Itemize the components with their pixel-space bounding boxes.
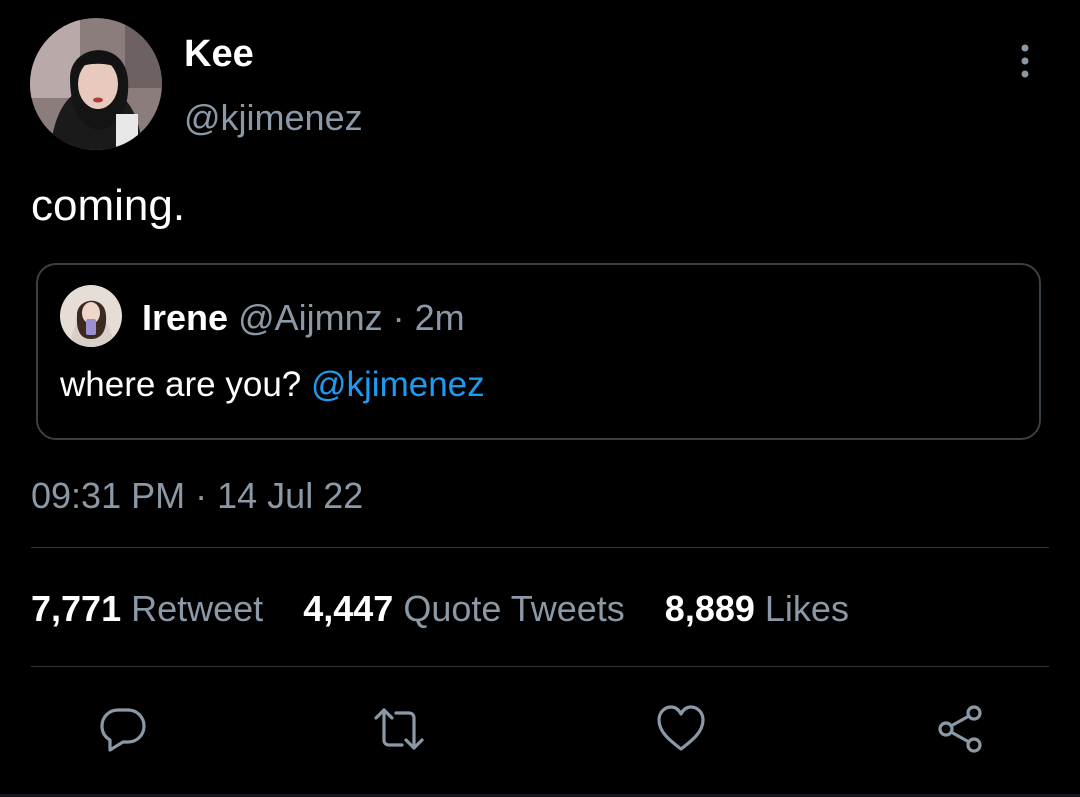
- share-icon[interactable]: [934, 702, 988, 756]
- author-display-name[interactable]: Kee: [184, 32, 254, 76]
- quoted-tweet-header: Irene @Aijmnz · 2m: [142, 296, 465, 340]
- quoted-tweet-card[interactable]: Irene @Aijmnz · 2m where are you? @kjime…: [36, 263, 1041, 440]
- quoted-author-handle[interactable]: @Aijmnz: [238, 297, 383, 338]
- quoted-author-name[interactable]: Irene: [142, 297, 228, 338]
- likes-stat[interactable]: 8,889 Likes: [665, 586, 849, 632]
- tweet-time: 09:31 PM: [31, 475, 186, 516]
- quoted-tweet-mention[interactable]: @kjimenez: [311, 365, 485, 404]
- quote-tweets-count: 4,447: [303, 588, 394, 629]
- quote-tweets-stat[interactable]: 4,447 Quote Tweets: [303, 586, 625, 632]
- retweet-label: Retweet: [131, 588, 264, 629]
- quoted-separator: ·: [392, 297, 405, 338]
- likes-count: 8,889: [664, 588, 755, 629]
- divider-top: [31, 547, 1049, 548]
- author-handle[interactable]: @kjimenez: [184, 96, 363, 140]
- retweet-icon[interactable]: [372, 702, 426, 756]
- quoted-tweet-age: 2m: [414, 297, 465, 338]
- divider-bottom: [31, 666, 1049, 667]
- tweet-stats: 7,771 Retweet 4,447 Quote Tweets 8,889 L…: [31, 586, 879, 632]
- timestamp-separator: ·: [195, 475, 208, 516]
- author-avatar[interactable]: [30, 18, 162, 150]
- retweet-count: 7,771: [31, 588, 122, 629]
- quoted-tweet-text: where are you? @kjimenez: [60, 363, 485, 407]
- retweet-stat[interactable]: 7,771 Retweet: [31, 586, 263, 632]
- more-options-icon[interactable]: [1010, 40, 1040, 82]
- tweet-date: 14 Jul 22: [217, 475, 364, 516]
- quote-tweets-label: Quote Tweets: [403, 588, 625, 629]
- tweet-timestamp: 09:31 PM · 14 Jul 22: [31, 474, 363, 518]
- likes-label: Likes: [764, 588, 849, 629]
- quoted-author-avatar: [60, 285, 122, 347]
- quoted-tweet-body: where are you?: [60, 365, 302, 404]
- heart-icon[interactable]: [654, 702, 708, 756]
- reply-icon[interactable]: [96, 702, 150, 756]
- tweet-text: coming.: [31, 181, 186, 230]
